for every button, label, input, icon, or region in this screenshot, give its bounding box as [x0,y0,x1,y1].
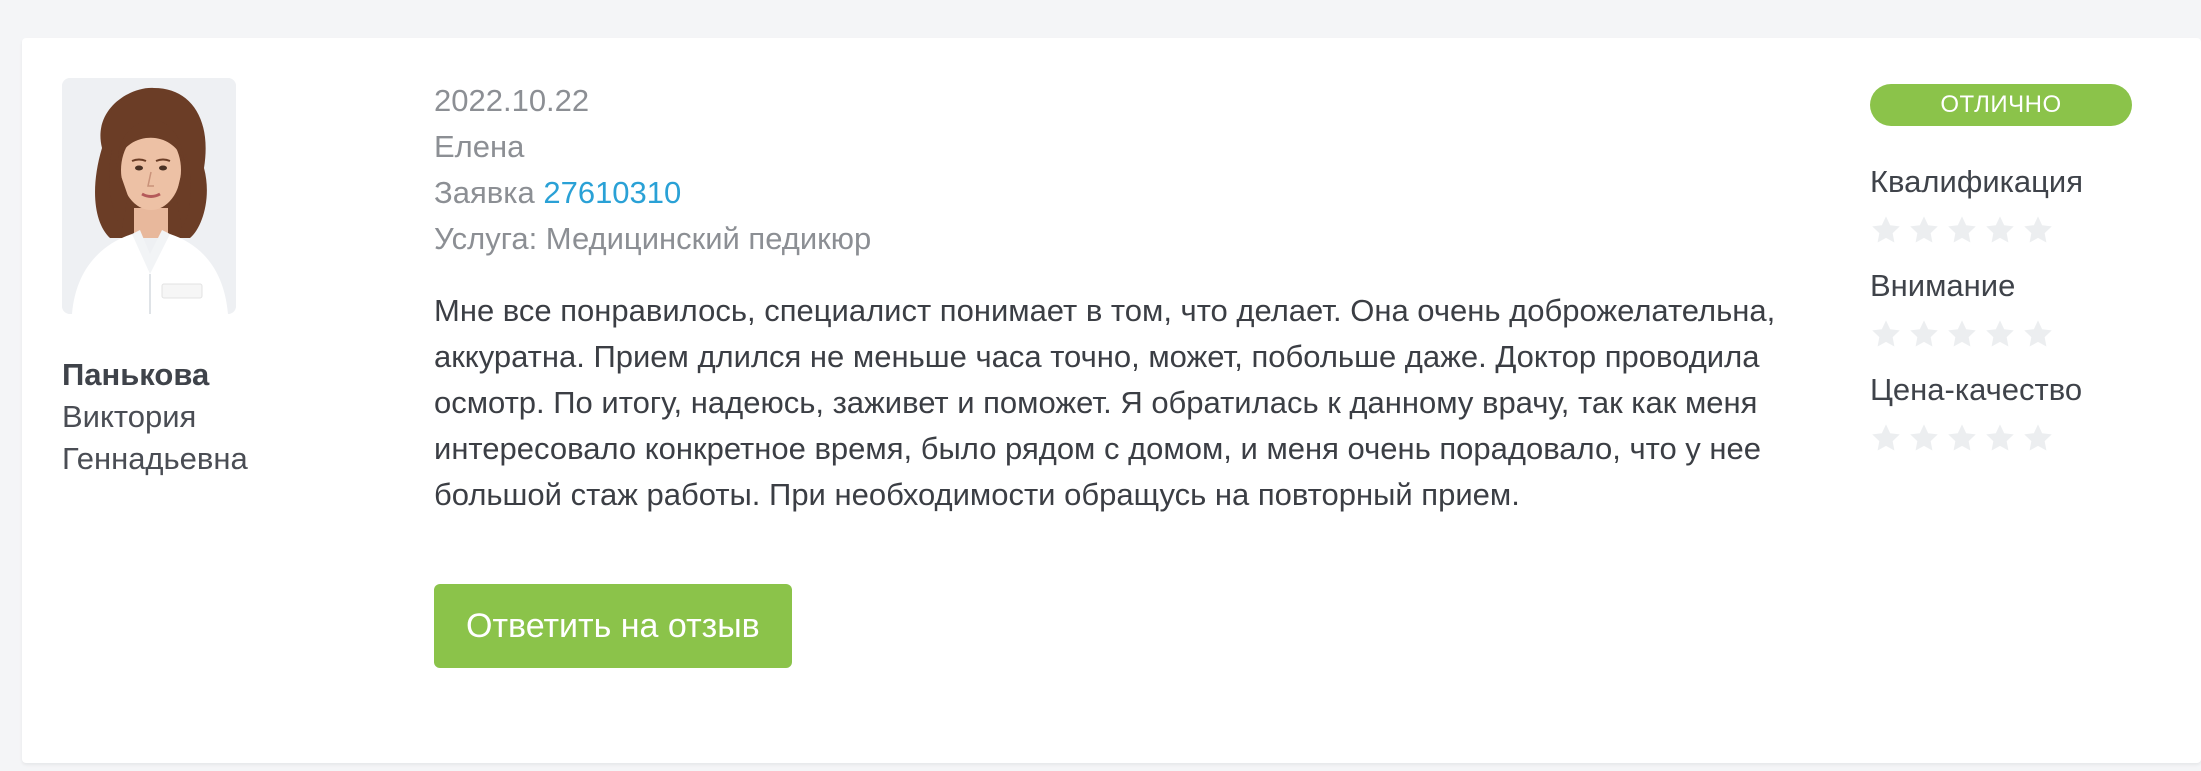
review-author: Елена [434,129,525,164]
star-icon [1908,318,1940,350]
star-icon [2022,318,2054,350]
rating-label: Цена-качество [1870,372,2083,407]
review-text: Мне все понравилось, специалист понимает… [434,293,1776,512]
star-icon [1870,214,1902,246]
request-number-link[interactable]: 27610310 [543,175,681,210]
star-rating [1870,318,2150,350]
rating-label: Квалификация [1870,164,2083,199]
star-icon [1946,422,1978,454]
review-card: Панькова Виктория Геннадьевна 2022.10.22… [22,38,2201,763]
rating-label: Внимание [1870,268,2016,303]
overall-rating-badge: ОТЛИЧНО [1870,84,2132,126]
star-rating [1870,214,2150,246]
star-rating [1870,422,2150,454]
review-meta: 2022.10.22 Елена Заявка 27610310 Услуга:… [434,78,1814,262]
doctor-portrait-image [62,78,236,314]
star-icon [1984,318,2016,350]
star-icon [1870,318,1902,350]
star-icon [1984,422,2016,454]
star-icon [1946,318,1978,350]
doctor-first-name[interactable]: Виктория [62,396,362,438]
review-body: 2022.10.22 Елена Заявка 27610310 Услуга:… [434,78,1814,668]
request-label: Заявка [434,175,535,210]
doctor-surname[interactable]: Панькова [62,354,362,396]
doctor-name[interactable]: Панькова Виктория Геннадьевна [62,354,362,480]
review-service: Услуга: Медицинский педикюр [434,221,872,256]
star-icon [2022,422,2054,454]
doctor-info: Панькова Виктория Геннадьевна [62,78,362,480]
star-icon [1946,214,1978,246]
star-icon [1870,422,1902,454]
star-icon [1908,422,1940,454]
doctor-photo[interactable] [62,78,236,314]
rating-price-quality: Цена-качество [1870,372,2150,454]
rating-attention: Внимание [1870,268,2150,350]
ratings-panel: ОТЛИЧНО Квалификация Внимание Цена-качес… [1870,84,2150,454]
reply-to-review-button[interactable]: Ответить на отзыв [434,584,792,668]
star-icon [2022,214,2054,246]
review-date: 2022.10.22 [434,83,590,118]
review-request: Заявка 27610310 [434,170,1814,216]
star-icon [1984,214,2016,246]
rating-qualification: Квалификация [1870,164,2150,246]
doctor-patronymic[interactable]: Геннадьевна [62,438,362,480]
star-icon [1908,214,1940,246]
